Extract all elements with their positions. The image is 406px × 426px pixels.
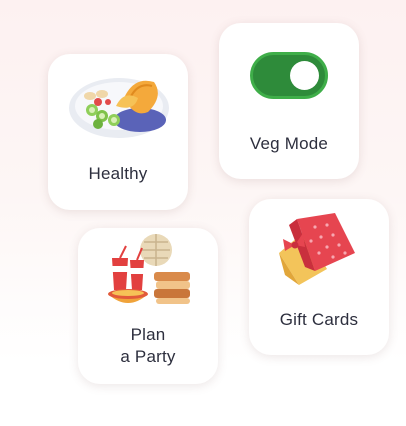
- gift-envelope-icon: [279, 213, 355, 285]
- veg-mode-card[interactable]: Veg Mode: [219, 23, 359, 179]
- plan-a-party-card[interactable]: Plan a Party: [78, 228, 218, 384]
- healthy-card[interactable]: Healthy: [48, 54, 188, 210]
- gift-cards-card[interactable]: Gift Cards: [249, 199, 389, 355]
- party-food-icon: [108, 234, 190, 304]
- plan-a-party-label: Plan a Party: [78, 324, 218, 368]
- gift-cards-label: Gift Cards: [279, 310, 359, 329]
- salad-bowl-icon: [69, 78, 169, 138]
- toggle-knob: [290, 61, 319, 90]
- healthy-label: Healthy: [88, 164, 148, 183]
- plan-a-party-label-line1: Plan: [130, 325, 166, 344]
- veg-mode-toggle[interactable]: [250, 52, 328, 99]
- veg-mode-label: Veg Mode: [249, 134, 329, 153]
- plan-a-party-label-line2: a Party: [120, 347, 176, 366]
